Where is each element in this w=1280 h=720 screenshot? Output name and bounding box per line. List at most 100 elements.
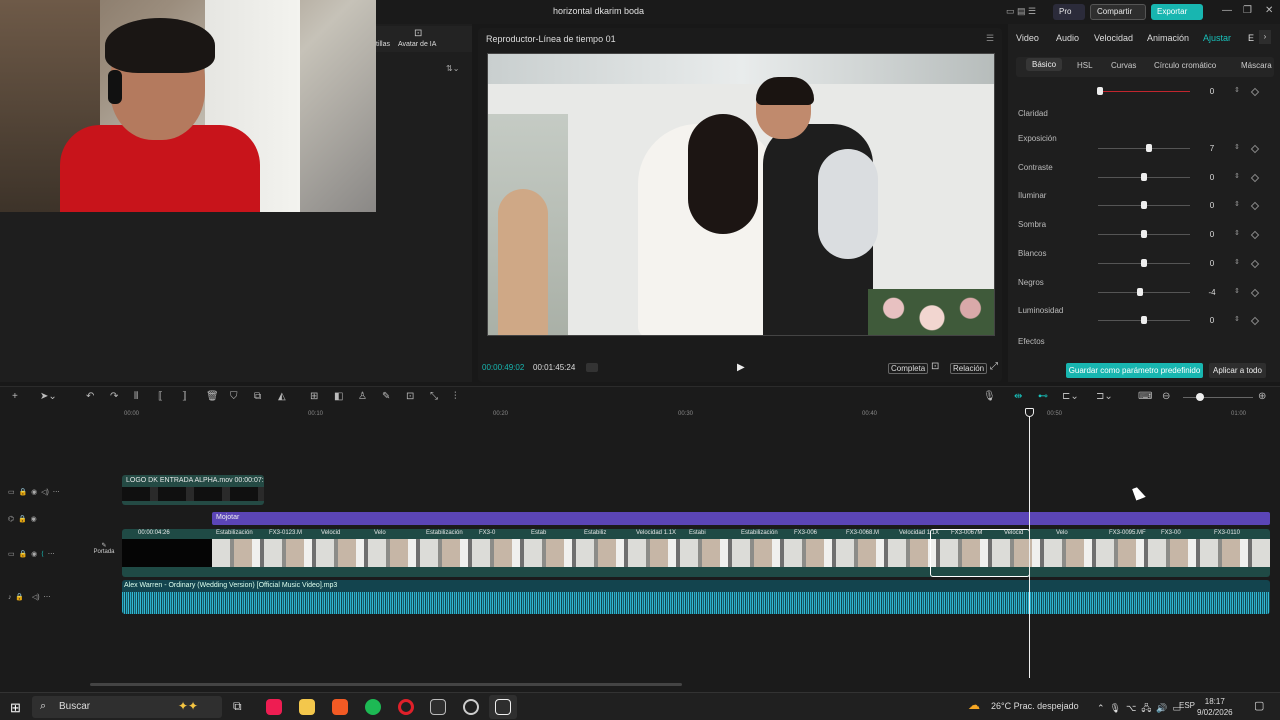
close-icon[interactable]: ✕ <box>1265 5 1273 16</box>
top-slider-thumb[interactable] <box>1097 87 1103 95</box>
selected-clip[interactable] <box>930 529 1030 577</box>
menu-icon[interactable]: ☰ <box>986 33 994 44</box>
brave-icon[interactable] <box>332 699 348 715</box>
param-slider-thumb[interactable] <box>1141 173 1147 181</box>
share-button[interactable]: Compartir <box>1090 4 1146 20</box>
param-slider-thumb[interactable] <box>1146 144 1152 152</box>
keyframe-icon[interactable] <box>1250 173 1260 183</box>
ratio-button[interactable]: Relación <box>950 363 988 374</box>
link-icon[interactable]: ⊷ <box>1038 391 1048 402</box>
media-tab-tillas[interactable]: tillas <box>376 41 390 48</box>
cover-button[interactable]: ✎ Portada <box>91 542 117 555</box>
playhead-handle[interactable] <box>1025 408 1034 417</box>
magic-icon[interactable]: ✎ <box>382 391 390 402</box>
stepper-icon[interactable]: ⇕ <box>1234 200 1240 208</box>
add-icon[interactable]: + <box>12 391 18 402</box>
keyframe-icon[interactable] <box>1250 288 1260 298</box>
timeline-scrollbar[interactable] <box>90 683 682 686</box>
maximize-icon[interactable]: ❐ <box>1243 5 1252 16</box>
pro-button[interactable]: Pro <box>1053 4 1085 20</box>
transform-icon[interactable]: ⤡ <box>430 391 438 402</box>
notification-icon[interactable]: ▢ <box>1254 699 1264 712</box>
tab-video[interactable]: Video <box>1016 33 1039 43</box>
opera-icon[interactable] <box>398 699 414 715</box>
save-preset-button[interactable]: Guardar como parámetro predefinido <box>1066 363 1203 378</box>
fullscreen-icon[interactable]: ⤢ <box>990 361 998 372</box>
mirror-icon[interactable]: ◧ <box>334 391 343 402</box>
track-header-audio[interactable]: ♪ 🔒 ◁) ⋯ <box>8 593 88 601</box>
stepper-icon[interactable]: ⇕ <box>1234 229 1240 237</box>
split-left-icon[interactable]: ⟦ <box>158 391 163 402</box>
minimize-icon[interactable]: — <box>1222 5 1232 16</box>
subtab-hsl[interactable]: HSL <box>1077 61 1093 70</box>
redo-icon[interactable]: ↷ <box>110 391 118 402</box>
snap-icon[interactable]: ⇹ <box>1014 391 1022 402</box>
param-value[interactable]: 0 <box>1194 228 1230 241</box>
param-slider-track[interactable] <box>1098 148 1190 149</box>
stepper-icon[interactable]: ⇕ <box>1234 315 1240 323</box>
stepper-icon[interactable]: ⇕ <box>1234 143 1240 151</box>
param-value[interactable]: 0 <box>1194 199 1230 212</box>
subtab-basic[interactable]: Básico <box>1026 58 1063 71</box>
split-view-icon[interactable]: ⊐⌄ <box>1096 391 1113 402</box>
param-value[interactable]: 0 <box>1194 314 1230 327</box>
keyframe-icon[interactable] <box>1250 87 1260 97</box>
track-header-main[interactable]: ▭ 🔒 ◉ ⟨ ⋯ <box>8 550 88 558</box>
stepper-icon[interactable]: ⇕ <box>1234 287 1240 295</box>
weather-text[interactable]: 26°C Prac. despejado <box>991 701 1079 711</box>
tiktok-icon[interactable] <box>266 699 282 715</box>
freeze-icon[interactable]: ⊞ <box>310 391 318 402</box>
param-value[interactable]: 7 <box>1194 142 1230 155</box>
zoom-in-icon[interactable]: ⊕ <box>1258 391 1266 402</box>
chevron-right-icon[interactable]: › <box>1259 30 1271 44</box>
clock[interactable]: 18:17 9/02/2026 <box>1197 696 1233 718</box>
stepper-icon[interactable]: ⇕ <box>1234 172 1240 180</box>
param-slider-thumb[interactable] <box>1141 230 1147 238</box>
select-tool-icon[interactable]: ➤⌄ <box>40 391 57 402</box>
track-header-overlay[interactable]: ▭ 🔒 ◉ ◁) ⋯ <box>8 488 88 496</box>
subtab-mask[interactable]: Máscara <box>1241 61 1272 70</box>
folder-icon[interactable] <box>299 699 315 715</box>
param-value[interactable]: -4 <box>1194 286 1230 299</box>
search-box[interactable]: ⌕ Buscar ✦✦ <box>32 696 222 718</box>
filter-icon[interactable]: ⇅⌄ <box>446 64 459 73</box>
apply-all-button[interactable]: Aplicar a todo <box>1209 363 1266 378</box>
top-slider-track[interactable] <box>1098 91 1190 92</box>
play-icon[interactable]: ▶ <box>737 362 745 373</box>
ratio-tool-icon[interactable]: ⊡ <box>406 391 414 402</box>
param-slider-thumb[interactable] <box>1141 316 1147 324</box>
stepper-icon[interactable]: ⇕ <box>1234 86 1240 94</box>
undo-icon[interactable]: ↶ <box>86 391 94 402</box>
param-slider-thumb[interactable] <box>1141 259 1147 267</box>
keyframe-icon[interactable] <box>1250 230 1260 240</box>
zoom-slider[interactable] <box>1183 397 1253 398</box>
param-slider-thumb[interactable] <box>1137 288 1143 296</box>
microphone-icon[interactable]: 🎙 <box>983 391 996 402</box>
crop-icon[interactable]: ⧉ <box>254 391 261 402</box>
tab-audio[interactable]: Audio <box>1056 33 1079 43</box>
tab-animation[interactable]: Animación <box>1147 33 1189 43</box>
language-indicator[interactable]: ESP <box>1179 701 1195 710</box>
complete-button[interactable]: Completa <box>888 363 929 374</box>
keyframe-icon[interactable] <box>1250 259 1260 269</box>
param-value[interactable]: 0 <box>1194 257 1230 270</box>
main-track-clips[interactable]: 00:00:04:26 Estabilización FX3-0123.M Velo… <box>122 529 1270 577</box>
effect-clip[interactable]: Mojotar <box>212 512 1270 525</box>
chrome-icon[interactable] <box>463 699 479 715</box>
spotify-icon[interactable] <box>365 699 381 715</box>
delete-icon[interactable]: 🗑 <box>206 391 219 402</box>
caption-icon[interactable]: ⌨ <box>1138 391 1152 402</box>
stepper-icon[interactable]: ⇕ <box>1234 258 1240 266</box>
capcut-icon[interactable] <box>430 699 446 715</box>
zoom-slider-thumb[interactable] <box>1196 393 1204 401</box>
subtab-color-wheel[interactable]: Círculo cromático <box>1154 61 1216 70</box>
split-right-icon[interactable]: ⟧ <box>182 391 187 402</box>
task-view-icon[interactable]: ⧉ <box>233 699 242 714</box>
tray-icons[interactable]: ⌃ 🎙 ⌥ 🖧 🔊 ▭ <box>1097 701 1181 717</box>
media-tab-ai-avatar[interactable]: Avatar de IA <box>398 41 436 48</box>
param-value[interactable]: 0 <box>1194 171 1230 184</box>
screenshot-icon[interactable]: ⊡ <box>931 361 939 372</box>
split-icon[interactable]: ⫴ <box>134 391 138 402</box>
top-value[interactable]: 0 <box>1194 85 1230 98</box>
playhead[interactable] <box>1029 408 1030 678</box>
